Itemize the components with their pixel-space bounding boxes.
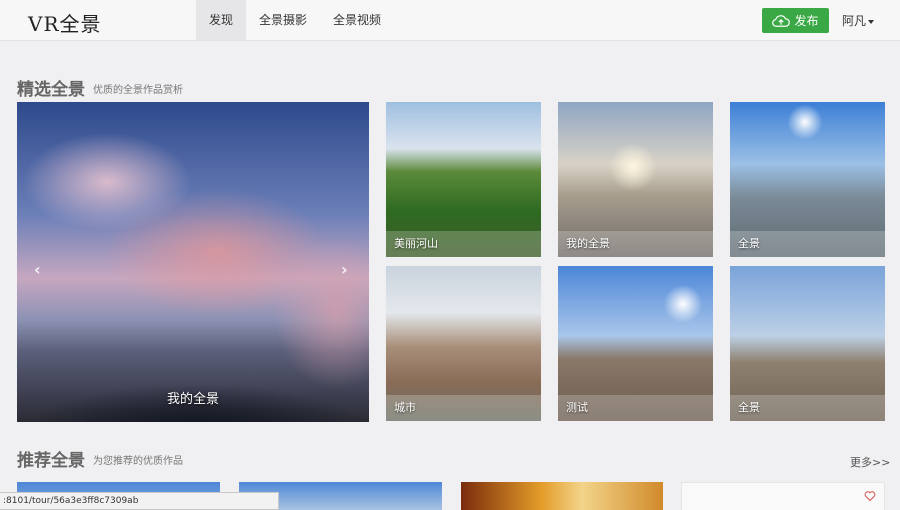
user-menu[interactable]: 阿凡	[842, 12, 875, 29]
recommended-card[interactable]	[461, 482, 663, 510]
tile-caption: 城市	[394, 401, 416, 414]
main-nav: 发现 全景摄影 全景视频	[196, 0, 394, 40]
nav-panorama-photo[interactable]: 全景摄影	[246, 0, 320, 40]
featured-tile[interactable]: 城市	[386, 266, 541, 421]
tile-caption: 我的全景	[566, 237, 610, 250]
hero-caption: 我的全景	[166, 392, 219, 407]
user-name: 阿凡	[842, 14, 867, 28]
top-navbar: VR全景 发现 全景摄影 全景视频 发布 阿凡	[0, 0, 900, 41]
featured-tile[interactable]: 美丽河山	[386, 102, 541, 257]
recommended-card[interactable]	[681, 482, 885, 510]
status-bar-url: :8101/tour/56a3e3ff8c7309ab	[0, 492, 279, 510]
featured-hero-carousel[interactable]: ‹ › 我的全景	[17, 102, 369, 422]
site-logo[interactable]: VR全景	[28, 8, 102, 37]
nav-panorama-video[interactable]: 全景视频	[320, 0, 394, 40]
chevron-right-icon[interactable]: ›	[341, 260, 348, 279]
featured-tile[interactable]: 全景	[730, 102, 885, 257]
nav-discover[interactable]: 发现	[196, 0, 247, 40]
featured-tile[interactable]: 测试	[558, 266, 713, 421]
featured-tile[interactable]: 我的全景	[558, 102, 713, 257]
tile-caption: 美丽河山	[394, 237, 438, 250]
tile-caption: 全景	[738, 401, 760, 414]
publish-label: 发布	[794, 14, 819, 28]
featured-section-title: 精选全景	[17, 80, 85, 100]
tile-caption: 测试	[566, 401, 588, 414]
heart-icon[interactable]	[864, 490, 876, 502]
featured-tile[interactable]: 全景	[730, 266, 885, 421]
publish-button[interactable]: 发布	[762, 8, 829, 33]
tile-caption: 全景	[738, 237, 760, 250]
chevron-left-icon[interactable]: ‹	[34, 260, 41, 279]
recommended-section-title: 推荐全景	[17, 451, 85, 471]
featured-section-subtitle: 优质的全景作品赏析	[93, 85, 183, 96]
caret-down-icon	[868, 19, 875, 24]
cloud-upload-icon	[772, 14, 791, 27]
recommended-section-subtitle: 为您推荐的优质作品	[93, 456, 183, 467]
more-link[interactable]: 更多>>	[850, 454, 890, 470]
